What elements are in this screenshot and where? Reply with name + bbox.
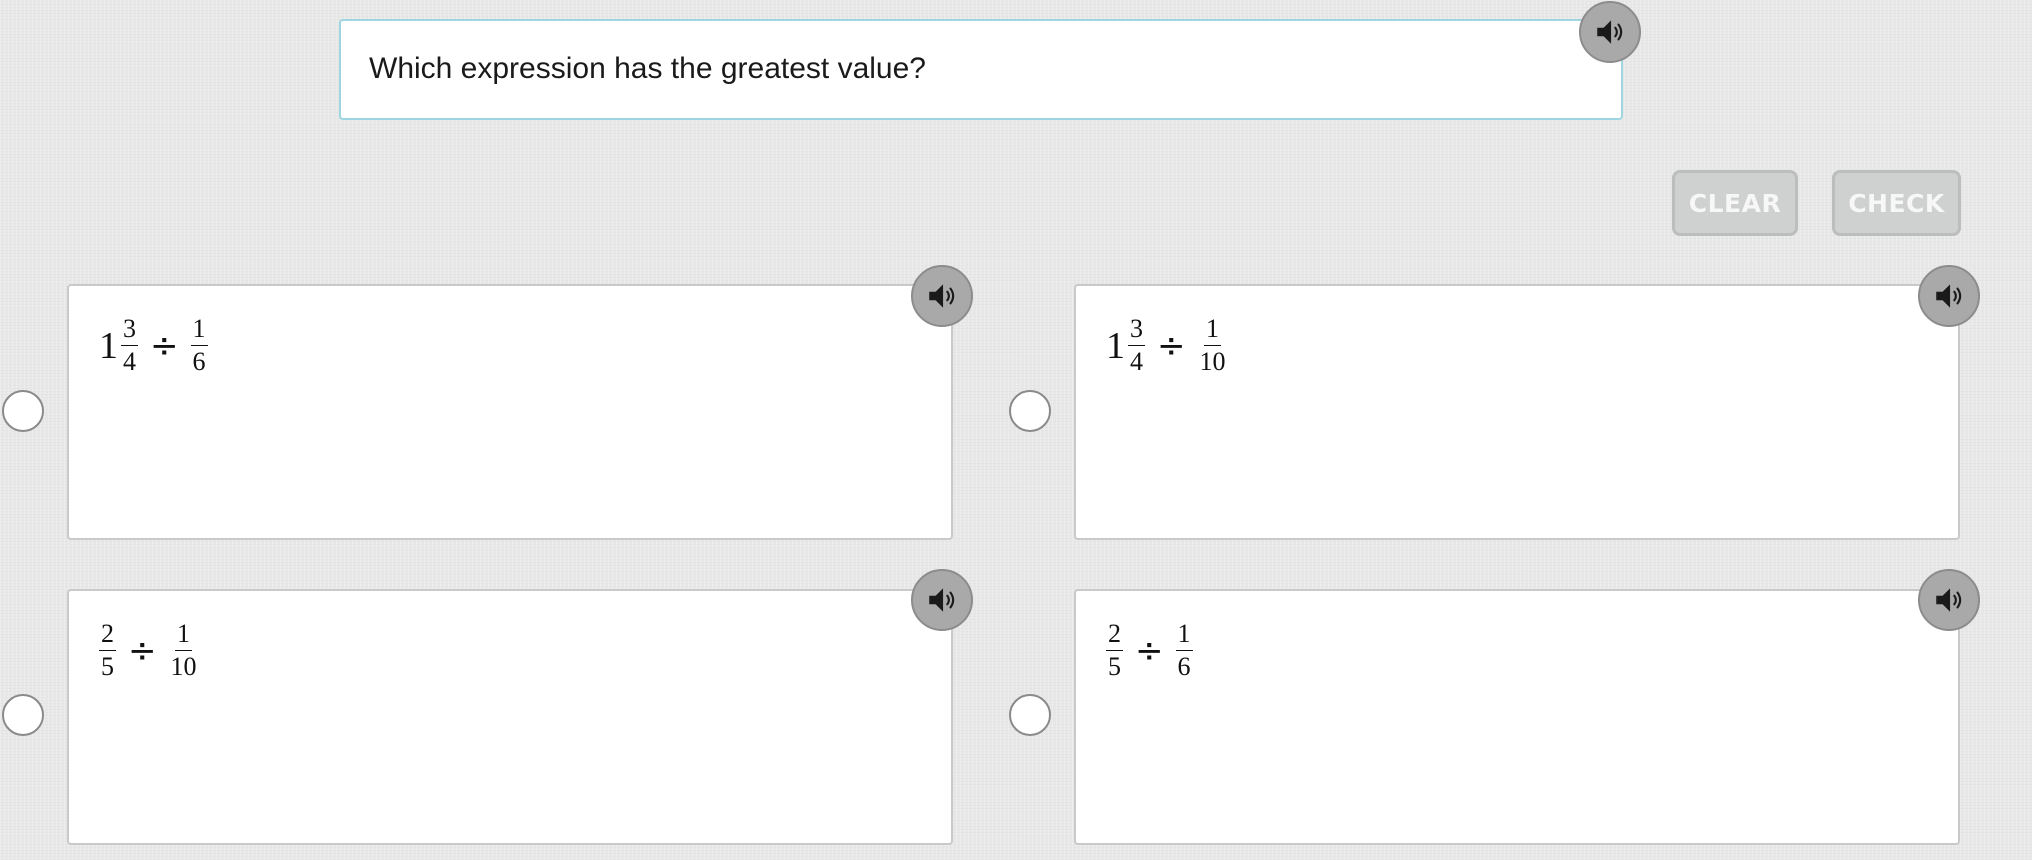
numerator: 2 bbox=[1106, 621, 1123, 651]
option-2-audio-button[interactable] bbox=[1918, 265, 1980, 327]
fraction: 1 6 bbox=[1175, 621, 1193, 681]
numerator: 1 bbox=[190, 316, 208, 346]
speaker-icon bbox=[1936, 284, 1962, 308]
divide-operator: ÷ bbox=[150, 325, 179, 366]
fraction: 3 4 bbox=[1128, 316, 1145, 375]
denominator: 5 bbox=[101, 652, 114, 681]
speaker-icon bbox=[929, 588, 955, 612]
numerator: 1 bbox=[1204, 316, 1221, 346]
denominator: 6 bbox=[192, 347, 206, 376]
speaker-icon bbox=[929, 284, 955, 308]
numerator: 2 bbox=[99, 621, 116, 651]
question-text: Which expression has the greatest value? bbox=[369, 52, 926, 85]
radio-option-2[interactable] bbox=[1009, 390, 1051, 432]
numerator: 1 bbox=[175, 621, 192, 651]
fraction: 3 4 bbox=[121, 316, 138, 375]
option-1-audio-button[interactable] bbox=[911, 265, 973, 327]
whole-number: 1 bbox=[1106, 324, 1125, 367]
numerator: 1 bbox=[1175, 621, 1193, 651]
question-box: Which expression has the greatest value? bbox=[339, 19, 1623, 120]
fraction: 1 6 bbox=[190, 316, 208, 376]
divide-operator: ÷ bbox=[128, 630, 157, 671]
speaker-icon bbox=[1597, 20, 1623, 44]
expression-option-2: 1 3 4 ÷ 1 10 bbox=[1106, 316, 1228, 375]
radio-option-4[interactable] bbox=[1009, 694, 1051, 736]
answer-option-4[interactable]: 2 5 ÷ 1 6 bbox=[1074, 589, 1960, 845]
expression-option-4: 2 5 ÷ 1 6 bbox=[1106, 621, 1193, 680]
question-audio-button[interactable] bbox=[1579, 1, 1641, 63]
divide-operator: ÷ bbox=[1157, 325, 1186, 366]
fraction: 2 5 bbox=[1106, 621, 1123, 680]
answer-option-3[interactable]: 2 5 ÷ 1 10 bbox=[67, 589, 953, 845]
divide-operator: ÷ bbox=[1135, 630, 1164, 671]
fraction: 1 10 bbox=[1198, 316, 1228, 375]
check-button[interactable]: CHECK bbox=[1832, 170, 1961, 236]
numerator: 3 bbox=[1128, 316, 1145, 346]
expression-option-1: 1 3 4 ÷ 1 6 bbox=[99, 316, 208, 375]
denominator: 10 bbox=[1199, 347, 1226, 376]
denominator: 5 bbox=[1108, 652, 1121, 681]
answer-option-1[interactable]: 1 3 4 ÷ 1 6 bbox=[67, 284, 953, 540]
fraction: 1 10 bbox=[169, 621, 199, 680]
option-3-audio-button[interactable] bbox=[911, 569, 973, 631]
whole-number: 1 bbox=[99, 324, 118, 367]
expression-option-3: 2 5 ÷ 1 10 bbox=[99, 621, 199, 680]
denominator: 6 bbox=[1177, 652, 1191, 681]
radio-option-3[interactable] bbox=[2, 694, 44, 736]
numerator: 3 bbox=[121, 316, 138, 346]
denominator: 4 bbox=[1130, 347, 1143, 376]
denominator: 10 bbox=[170, 652, 197, 681]
answer-option-2[interactable]: 1 3 4 ÷ 1 10 bbox=[1074, 284, 1960, 540]
speaker-icon bbox=[1936, 588, 1962, 612]
fraction: 2 5 bbox=[99, 621, 116, 680]
clear-button[interactable]: CLEAR bbox=[1672, 170, 1798, 236]
option-4-audio-button[interactable] bbox=[1918, 569, 1980, 631]
denominator: 4 bbox=[123, 347, 136, 376]
radio-option-1[interactable] bbox=[2, 390, 44, 432]
